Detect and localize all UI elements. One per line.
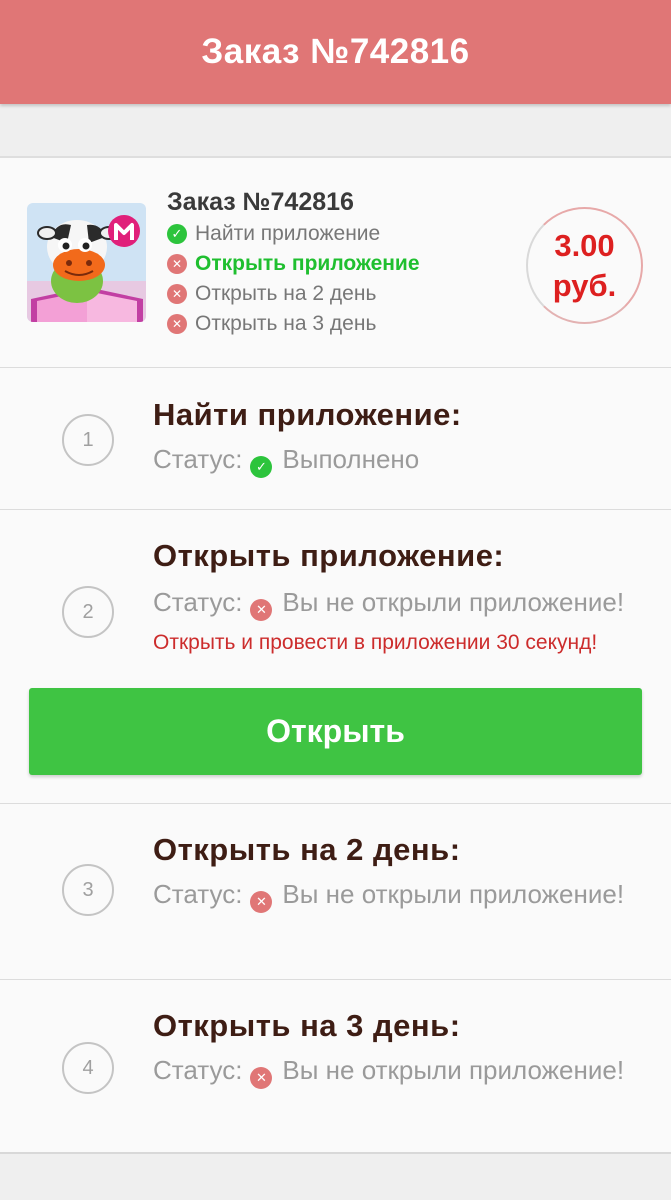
status-label: Статус: (153, 1055, 243, 1085)
open-app-button[interactable]: Открыть (29, 688, 642, 775)
cross-circle-icon: ✕ (250, 891, 273, 913)
step-title: Открыть на 2 день: (153, 832, 461, 867)
cross-circle-icon: ✕ (167, 284, 187, 304)
summary-task-1: ✓ Найти приложение (167, 222, 380, 246)
cross-circle-icon: ✕ (250, 1067, 273, 1089)
status-text: Вы не открыли приложение! (282, 1055, 625, 1085)
status-label: Статус: (153, 879, 243, 909)
step-status: Статус: ✓ Выполнено (153, 440, 643, 478)
step-number: 3 (62, 864, 114, 916)
check-circle-icon: ✓ (250, 456, 273, 478)
step-status: Статус: ✕ Вы не открыли приложение! (153, 875, 643, 913)
step-title: Найти приложение: (153, 397, 462, 432)
step-status: Статус: ✕ Вы не открыли приложение! Открыт… (153, 583, 643, 662)
price-amount: 3.00 (554, 227, 615, 263)
status-hint: Открыть и провести в приложении 30 секун… (153, 631, 598, 654)
summary-task-label: Открыть на 3 день (195, 312, 377, 335)
step-3: 3 Открыть на 2 день: Статус: ✕ Вы не откры… (0, 804, 671, 980)
summary-task-label: Открыть на 2 день (195, 282, 377, 305)
cross-circle-icon: ✕ (250, 599, 273, 621)
step-status: Статус: ✕ Вы не открыли приложение! (153, 1051, 643, 1089)
summary-task-3: ✕ Открыть на 2 день (167, 282, 376, 306)
price-badge: 3.00 руб. (526, 207, 643, 324)
cross-circle-icon: ✕ (167, 254, 187, 274)
status-label: Статус: (153, 587, 243, 617)
step-4: 4 Открыть на 3 день: Статус: ✕ Вы не откры… (0, 980, 671, 1154)
order-summary: Заказ №742816 ✓ Найти приложение ✕ Откры… (0, 158, 671, 368)
summary-task-label: Открыть приложение (195, 252, 420, 275)
status-text: Вы не открыли приложение! (282, 879, 625, 909)
status-text: Вы не открыли приложение! (282, 587, 625, 617)
step-title: Открыть приложение: (153, 538, 505, 573)
status-label: Статус: (153, 444, 243, 474)
app-icon (27, 203, 146, 322)
page-title: Заказ №742816 (201, 32, 470, 71)
status-text: Выполнено (282, 444, 420, 474)
step-number: 4 (62, 1042, 114, 1094)
summary-task-4: ✕ Открыть на 3 день (167, 312, 376, 336)
cross-circle-icon: ✕ (167, 314, 187, 334)
summary-task-label: Найти приложение (195, 222, 381, 245)
step-number: 2 (62, 586, 114, 638)
order-card: Заказ №742816 ✓ Найти приложение ✕ Откры… (0, 156, 671, 1154)
check-circle-icon: ✓ (167, 224, 187, 244)
top-bar: Заказ №742816 (0, 0, 671, 104)
step-1: 1 Найти приложение: Статус: ✓ Выполнено (0, 369, 671, 510)
price-currency: руб. (552, 267, 617, 303)
step-number: 1 (62, 414, 114, 466)
summary-title: Заказ №742816 (167, 188, 354, 216)
summary-task-2: ✕ Открыть приложение (167, 252, 420, 276)
step-title: Открыть на 3 день: (153, 1008, 461, 1043)
